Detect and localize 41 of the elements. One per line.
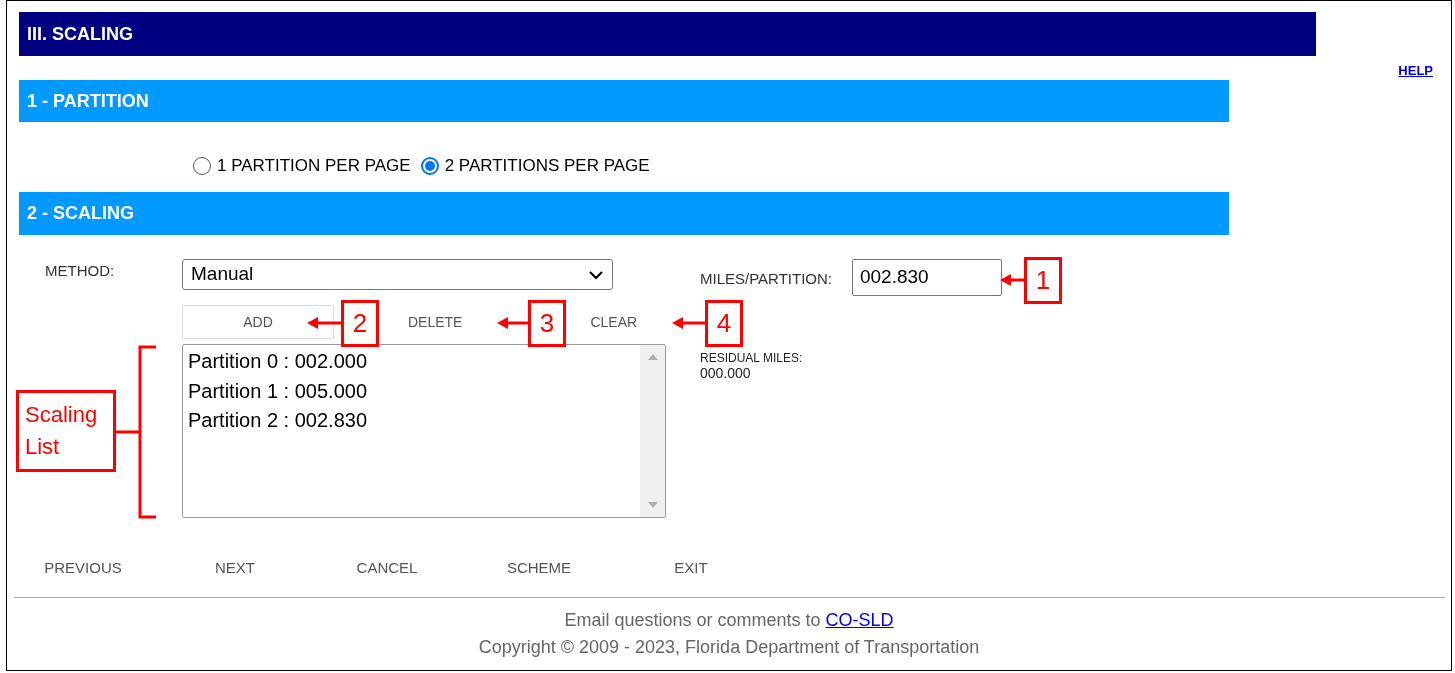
- chevron-down-icon: [588, 269, 604, 280]
- scrollbar[interactable]: [640, 345, 665, 517]
- method-select[interactable]: Manual: [182, 259, 613, 290]
- miles-label: MILES/PARTITION:: [700, 269, 832, 290]
- scaling-list[interactable]: Partition 0 : 002.000 Partition 1 : 005.000 Partition 2 : 002.830: [182, 344, 666, 518]
- nav-button[interactable]: CANCEL: [312, 553, 462, 583]
- callout-arrow: [307, 317, 341, 329]
- callout-number: 4: [705, 300, 743, 347]
- method-label: METHOD:: [45, 262, 115, 279]
- radio-button[interactable]: [420, 157, 439, 175]
- scroll-down-icon[interactable]: [646, 501, 659, 509]
- callout-arrow: [497, 317, 528, 329]
- list-item[interactable]: Partition 0 : 002.000: [188, 347, 367, 377]
- contact-note: Email questions or comments to CO-SLD: [564, 609, 894, 631]
- miles-input[interactable]: 002.830: [851, 259, 1002, 296]
- action-button[interactable]: CLEAR: [582, 305, 646, 339]
- callout-arrow: [1000, 274, 1024, 286]
- contact-link[interactable]: CO-SLD: [825, 610, 894, 630]
- nav-button[interactable]: SCHEME: [464, 553, 614, 583]
- nav-button[interactable]: PREVIOUS: [8, 553, 158, 583]
- page-title: III. SCALING: [27, 22, 133, 46]
- section-heading: 2 - SCALING: [27, 202, 134, 225]
- radio-label[interactable]: 1 PARTITION PER PAGE: [217, 153, 411, 179]
- residual-value: 000.000: [700, 365, 752, 381]
- callout-label: Scaling List: [16, 390, 116, 472]
- help-link[interactable]: HELP: [1398, 60, 1433, 80]
- residual-label: RESIDUAL MILES:: [700, 351, 804, 365]
- list-item[interactable]: Partition 2 : 002.830: [188, 406, 367, 436]
- nav-button[interactable]: EXIT: [616, 553, 766, 583]
- radio-label[interactable]: 2 PARTITIONS PER PAGE: [444, 153, 650, 179]
- list-item[interactable]: Partition 1 : 005.000: [188, 376, 367, 406]
- action-button[interactable]: ADD: [182, 305, 334, 339]
- callout-arrow: [672, 317, 705, 329]
- callout-number: 2: [341, 300, 379, 347]
- callout-number: 1: [1024, 257, 1062, 304]
- copyright-text: Copyright © 2009 - 2023, Florida Department of Transportation: [478, 636, 980, 658]
- action-button[interactable]: DELETE: [400, 305, 471, 339]
- section-heading: 1 - PARTITION: [27, 89, 149, 113]
- callout-number: 3: [528, 300, 566, 347]
- nav-button[interactable]: NEXT: [160, 553, 310, 583]
- scroll-up-icon[interactable]: [646, 353, 659, 361]
